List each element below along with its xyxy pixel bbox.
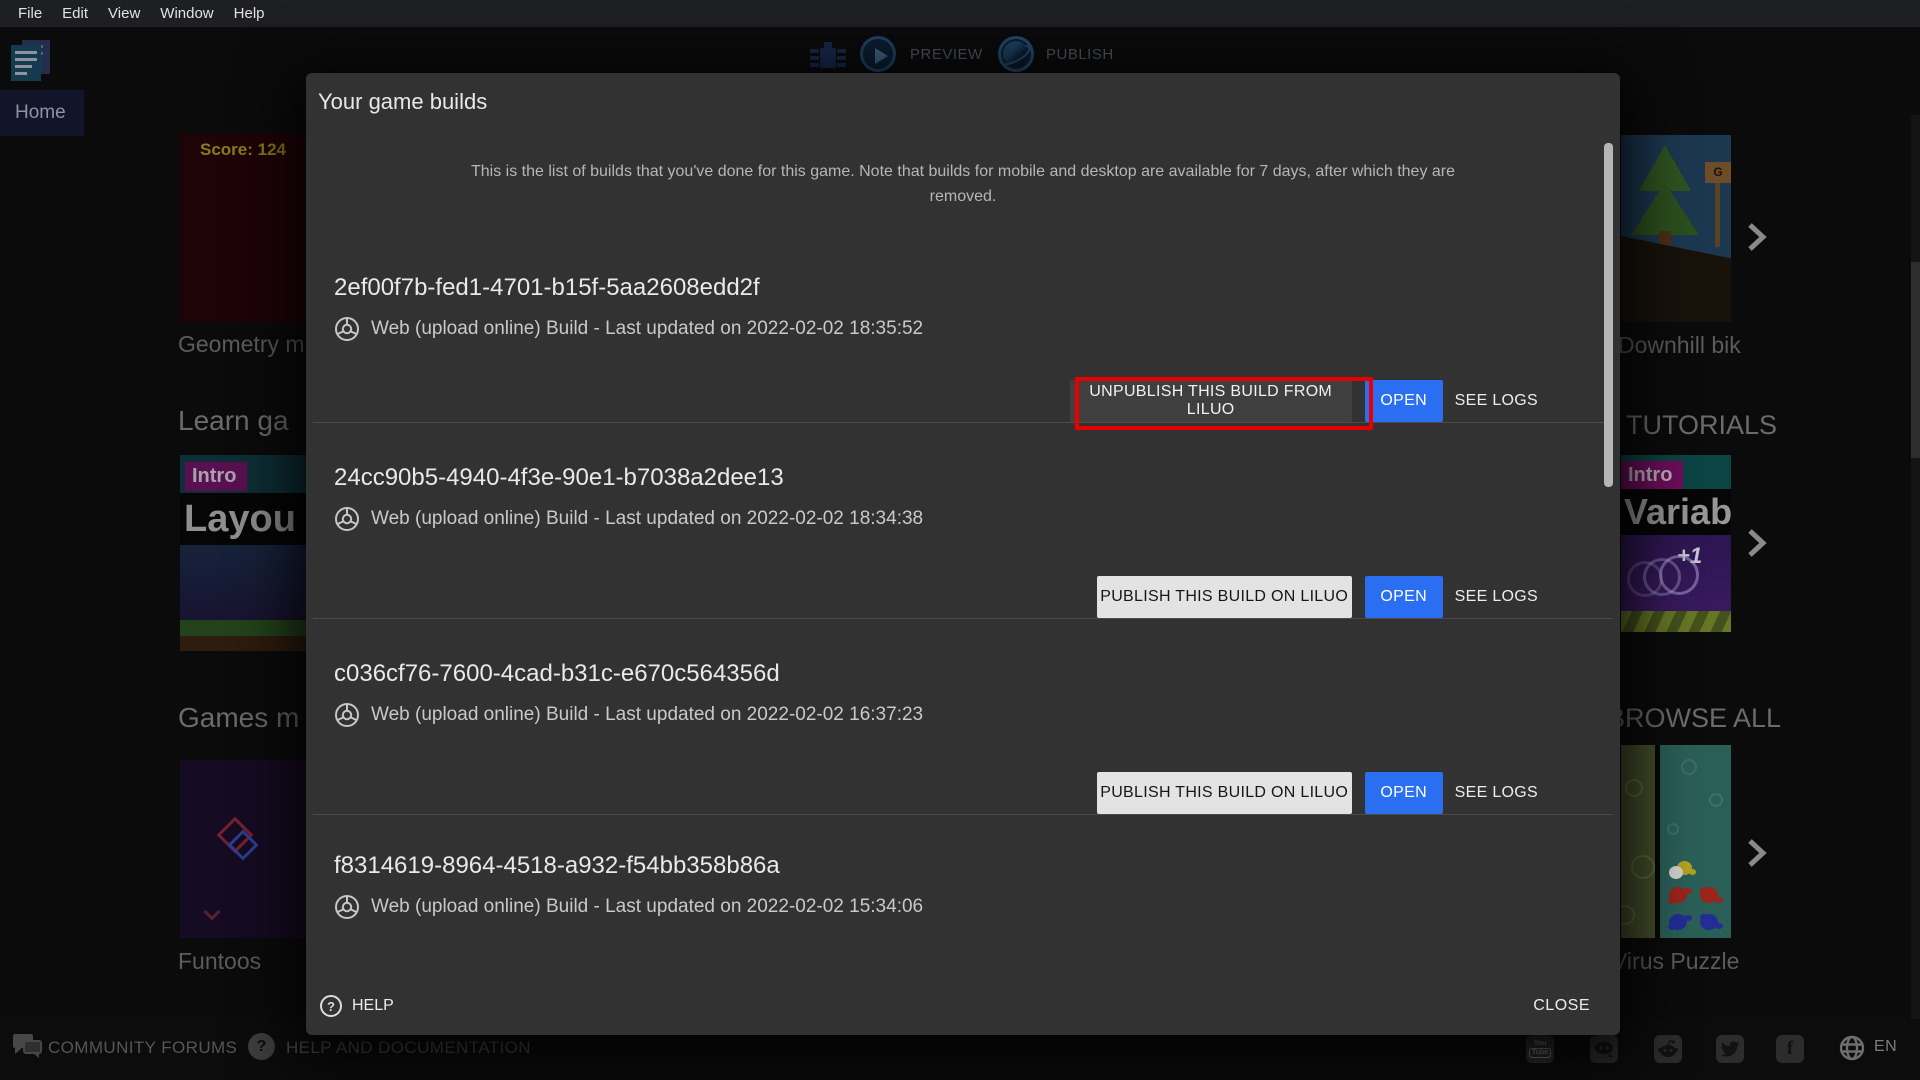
preview-play-icon [860,36,896,72]
section-heading-tutorials: TUTORIALS [1626,410,1777,441]
discord-icon[interactable] [1590,1035,1618,1063]
page-scrollbar-thumb[interactable] [1911,262,1920,458]
app-window: File Edit View Window Help PRE [0,0,1920,1080]
build-row: c036cf76-7600-4cad-b31c-e670c564356d Web… [313,619,1613,815]
section-heading-games: Games m [178,702,299,734]
layouts-title: Layou [180,493,306,545]
see-logs-button[interactable]: SEE LOGS [1455,772,1538,814]
game-thumbnail-geometry[interactable]: Score: 124 [180,134,306,322]
language-selector[interactable]: EN [1874,1038,1897,1056]
build-list: 2ef00f7b-fed1-4701-b15f-5aa2608edd2f Web… [313,240,1613,920]
chrome-icon [334,506,360,532]
intro-badge: Intro [1621,461,1683,489]
forum-icon [12,1033,44,1061]
browse-all-link[interactable]: BROWSE ALL [1607,703,1781,734]
menu-bar: File Edit View Window Help [0,0,1920,27]
build-row: 24cc90b5-4940-4f3e-90e1-b7038a2dee13 Web… [313,423,1613,619]
open-build-button[interactable]: OPEN [1365,772,1443,814]
facebook-icon[interactable]: f [1776,1035,1804,1063]
game-caption-downhill: Downhill bik [1618,332,1741,359]
chevron-right-icon[interactable] [1746,222,1768,252]
see-logs-button[interactable]: SEE LOGS [1455,380,1538,422]
tutorial-thumbnail-layouts[interactable]: Intro Layou [180,455,306,651]
help-button[interactable]: ? HELP [320,995,394,1017]
game-thumbnail-downhill[interactable]: G [1621,135,1731,322]
variables-title: Variab [1621,489,1731,535]
menu-help[interactable]: Help [224,0,275,27]
page-scrollbar-track[interactable] [1911,115,1920,1020]
build-id: 24cc90b5-4940-4f3e-90e1-b7038a2dee13 [334,463,1613,493]
game-caption-geometry: Geometry m [178,331,305,358]
game-thumbnail-funtoos[interactable] [180,760,306,938]
twitter-icon[interactable] [1716,1035,1744,1063]
build-id: f8314619-8964-4518-a932-f54bb358b86a [334,851,1613,881]
chevron-right-icon[interactable] [1746,838,1768,868]
open-build-button[interactable]: OPEN [1365,380,1443,422]
dialog-title: Your game builds [318,89,1620,115]
debug-icon[interactable] [808,40,848,74]
unpublish-build-button[interactable]: UNPUBLISH THIS BUILD FROM LILUO [1070,380,1352,422]
community-forums-link[interactable]: COMMUNITY FORUMS [48,1038,237,1058]
menu-window[interactable]: Window [150,0,223,27]
sign-board: G [1705,162,1731,183]
help-documentation-link[interactable]: HELP AND DOCUMENTATION [286,1038,531,1058]
intro-badge: Intro [185,462,247,491]
build-info: Web (upload online) Build - Last updated… [371,704,923,726]
chrome-icon [334,316,360,342]
preview-label: PREVIEW [910,46,983,63]
publish-build-button[interactable]: PUBLISH THIS BUILD ON LILUO [1097,576,1352,618]
see-logs-button[interactable]: SEE LOGS [1455,576,1538,618]
tutorial-thumbnail-variables[interactable]: Intro Variab +1 [1621,455,1731,632]
chrome-icon [334,702,360,728]
chrome-icon [334,894,360,920]
section-heading-learn: Learn ga [178,405,289,437]
game-builds-dialog: Your game builds This is the list of bui… [306,73,1620,1035]
dialog-actions: ? HELP CLOSE [306,977,1620,1035]
score-text: Score: 124 [200,140,286,160]
dialog-scrollbar-thumb[interactable] [1604,143,1613,487]
build-id: 2ef00f7b-fed1-4701-b15f-5aa2608edd2f [334,273,1613,303]
publish-build-button[interactable]: PUBLISH THIS BUILD ON LILUO [1097,772,1352,814]
build-info: Web (upload online) Build - Last updated… [371,896,923,918]
build-info: Web (upload online) Build - Last updated… [371,508,923,530]
dialog-description: This is the list of builds that you've d… [306,159,1620,209]
chevron-right-icon[interactable] [1746,528,1768,558]
reddit-icon[interactable] [1654,1035,1682,1063]
youtube-icon[interactable]: You Tube [1526,1035,1554,1063]
publish-label: PUBLISH [1046,46,1114,63]
game-caption-virus: Virus Puzzle [1612,948,1739,975]
build-row: 2ef00f7b-fed1-4701-b15f-5aa2608edd2f Web… [313,240,1613,423]
build-info: Web (upload online) Build - Last updated… [371,318,923,340]
help-circle-icon: ? [248,1033,275,1060]
project-manager-icon[interactable] [0,0,60,90]
build-id: c036cf76-7600-4cad-b31c-e670c564356d [334,659,1613,689]
menu-view[interactable]: View [98,0,150,27]
close-button[interactable]: CLOSE [1533,997,1590,1015]
publish-globe-icon [998,36,1034,72]
open-build-button[interactable]: OPEN [1365,576,1443,618]
help-circle-icon: ? [320,995,342,1017]
game-thumbnail-virus[interactable] [1621,745,1731,938]
globe-icon [1838,1034,1866,1062]
build-row: f8314619-8964-4518-a932-f54bb358b86a Web… [313,815,1613,920]
game-caption-funtoos: Funtoos [178,948,261,975]
tab-home[interactable]: Home [0,90,84,136]
